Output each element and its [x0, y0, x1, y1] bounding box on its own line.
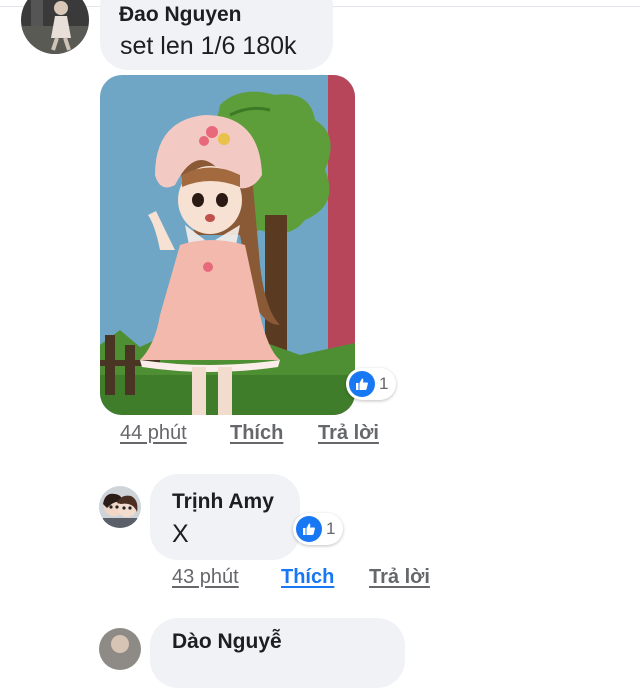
comment-author[interactable]: Trịnh Amy — [172, 490, 274, 514]
avatar-image — [99, 486, 141, 528]
comment-text: set len 1/6 180k — [120, 32, 297, 60]
reaction-badge[interactable]: 1 — [293, 513, 344, 545]
avatar-image — [99, 628, 141, 670]
comment-author[interactable]: Dào Nguyễ — [172, 630, 282, 654]
reaction-badge[interactable]: 1 — [346, 368, 397, 400]
like-button[interactable]: Thích — [281, 566, 334, 589]
comment-author[interactable]: Đao Nguyen — [119, 3, 242, 27]
like-button[interactable]: Thích — [230, 422, 283, 445]
thumbs-up-icon — [296, 516, 322, 542]
comment-time[interactable]: 44 phút — [120, 422, 187, 445]
reaction-count: 1 — [379, 374, 389, 393]
reaction-count: 1 — [326, 519, 336, 538]
reply-button[interactable]: Trả lời — [318, 422, 379, 445]
comment-time[interactable]: 43 phút — [172, 566, 239, 589]
avatar[interactable] — [99, 486, 141, 528]
reply-button[interactable]: Trả lời — [369, 566, 430, 589]
comment-text: X — [172, 520, 189, 548]
avatar-image — [21, 0, 89, 54]
comment-photo[interactable] — [100, 75, 355, 415]
thumbs-up-icon — [349, 371, 375, 397]
avatar[interactable] — [21, 0, 89, 54]
doll-photo — [100, 75, 355, 415]
avatar[interactable] — [99, 628, 141, 670]
